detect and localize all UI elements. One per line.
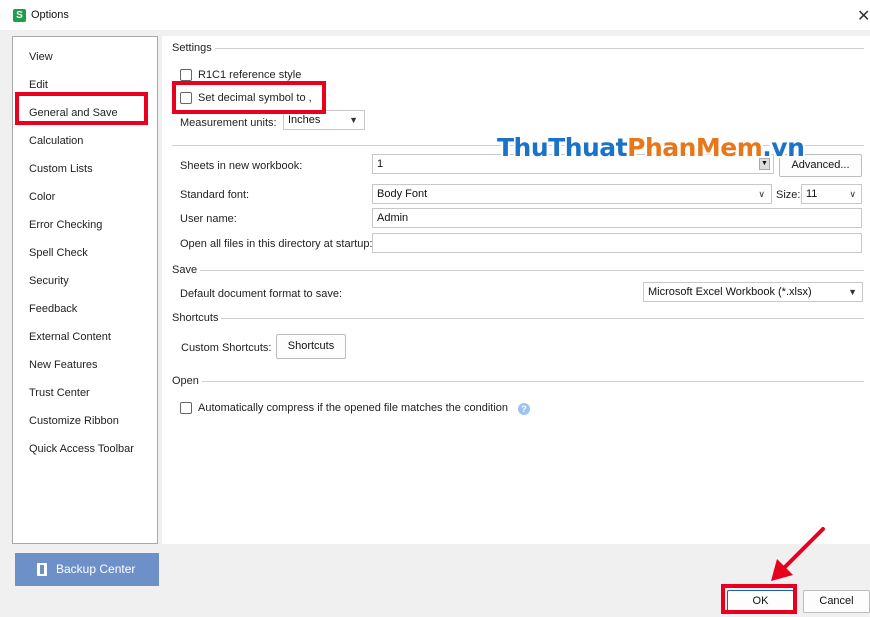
chevron-down-icon: ∨ — [849, 189, 856, 199]
user-name-input[interactable]: Admin — [372, 208, 862, 228]
sidebar-item-calculation[interactable]: Calculation — [29, 135, 83, 147]
standard-font-label: Standard font: — [180, 189, 250, 201]
open-dir-label: Open all files in this directory at star… — [180, 238, 373, 250]
dropdown-arrow-icon: ▼ — [848, 287, 857, 297]
sidebar-item-new-features[interactable]: New Features — [29, 359, 97, 371]
sidebar-item-custom-lists[interactable]: Custom Lists — [29, 163, 93, 175]
sidebar-item-security[interactable]: Security — [29, 275, 69, 287]
sidebar-item-quick-access-toolbar[interactable]: Quick Access Toolbar — [29, 443, 134, 455]
sheets-in-workbook-value: 1 — [377, 158, 384, 170]
shortcuts-button[interactable]: Shortcuts — [276, 334, 346, 359]
standard-font-select[interactable]: Body Font ∨ — [372, 184, 772, 204]
chevron-down-icon: ∨ — [758, 189, 765, 199]
default-format-value: Microsoft Excel Workbook (*.xlsx) — [648, 286, 812, 298]
shortcuts-divider — [172, 318, 864, 319]
ok-button[interactable]: OK — [727, 590, 794, 613]
save-section-title: Save — [172, 264, 201, 276]
app-icon: S — [13, 9, 26, 22]
sidebar-item-trust-center[interactable]: Trust Center — [29, 387, 90, 399]
open-section-title: Open — [172, 375, 202, 387]
cancel-button[interactable]: Cancel — [803, 590, 870, 613]
default-format-label: Default document format to save: — [180, 288, 343, 300]
sidebar-item-general-and-save[interactable]: General and Save — [29, 107, 118, 119]
measurement-units-value: Inches — [288, 114, 321, 126]
help-icon[interactable]: ? — [518, 403, 530, 415]
measurement-units-label: Measurement units: — [180, 117, 277, 129]
book-icon — [37, 563, 47, 576]
compress-checkbox[interactable] — [180, 402, 192, 414]
sidebar-item-customize-ribbon[interactable]: Customize Ribbon — [29, 415, 119, 427]
sidebar-item-error-checking[interactable]: Error Checking — [29, 219, 102, 231]
dropdown-arrow-icon: ▼ — [349, 115, 358, 125]
sidebar-item-edit[interactable]: Edit — [29, 79, 48, 91]
sidebar-item-view[interactable]: View — [29, 51, 53, 63]
close-icon[interactable]: ✕ — [857, 6, 870, 26]
sheets-in-workbook-label: Sheets in new workbook: — [180, 160, 303, 172]
title-bar: S Options ✕ — [0, 0, 870, 30]
standard-font-value: Body Font — [377, 188, 428, 200]
measurement-units-select[interactable]: Inches ▼ — [283, 110, 365, 130]
decimal-symbol-label: Set decimal symbol to , — [198, 92, 312, 104]
font-size-value: 11 — [806, 188, 818, 200]
open-divider — [172, 381, 864, 382]
settings-section-title: Settings — [172, 42, 215, 54]
default-format-select[interactable]: Microsoft Excel Workbook (*.xlsx) ▼ — [643, 282, 863, 302]
r1c1-label: R1C1 reference style — [198, 69, 302, 81]
category-sidebar: View Edit General and Save Calculation C… — [12, 36, 158, 544]
watermark-logo: ThuThuatPhanMem.vn — [497, 133, 805, 162]
save-divider — [172, 270, 864, 271]
decimal-symbol-checkbox[interactable] — [180, 92, 192, 104]
window-title: Options — [31, 9, 69, 21]
sidebar-item-feedback[interactable]: Feedback — [29, 303, 77, 315]
r1c1-checkbox[interactable] — [180, 69, 192, 81]
dialog-body: View Edit General and Save Calculation C… — [0, 30, 870, 617]
font-size-label: Size: — [776, 189, 801, 201]
font-size-select[interactable]: 11 ∨ — [801, 184, 862, 204]
user-name-label: User name: — [180, 213, 237, 225]
sidebar-item-spell-check[interactable]: Spell Check — [29, 247, 88, 259]
sidebar-item-external-content[interactable]: External Content — [29, 331, 111, 343]
backup-center-button[interactable]: Backup Center — [15, 553, 159, 586]
custom-shortcuts-label: Custom Shortcuts: — [181, 342, 272, 354]
red-arrow-icon — [771, 527, 825, 581]
settings-divider — [212, 48, 864, 49]
backup-center-label: Backup Center — [56, 562, 136, 576]
compress-label: Automatically compress if the opened fil… — [198, 402, 508, 414]
sidebar-item-color[interactable]: Color — [29, 191, 55, 203]
shortcuts-section-title: Shortcuts — [172, 312, 222, 324]
open-dir-input[interactable] — [372, 233, 862, 253]
